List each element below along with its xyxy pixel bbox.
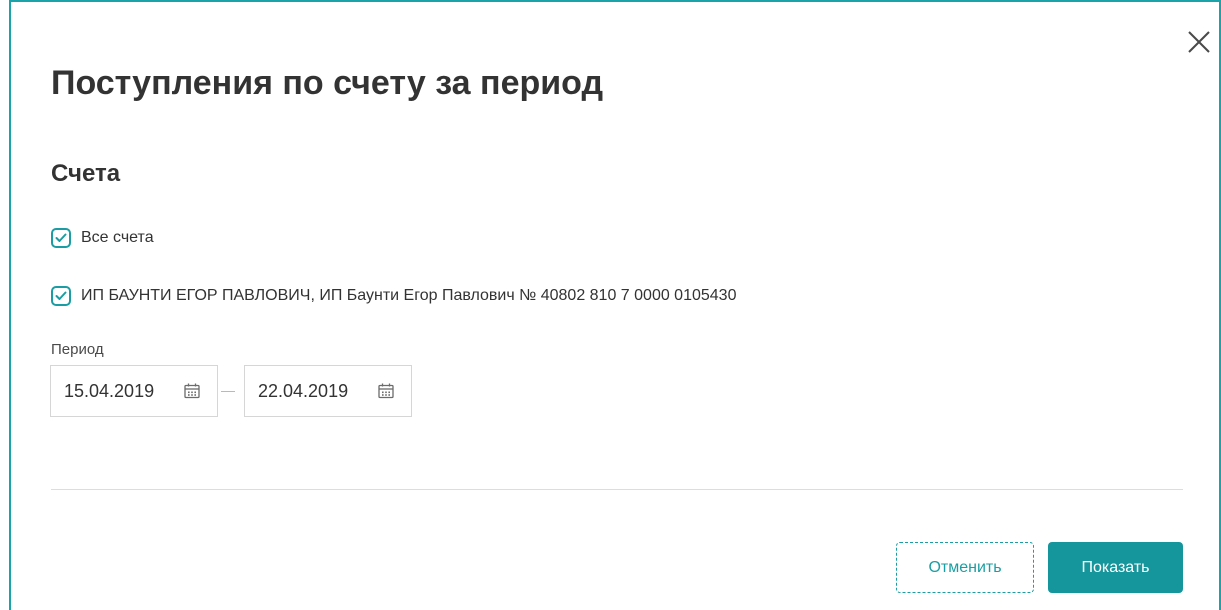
period-label: Период xyxy=(51,341,104,358)
all-accounts-checkbox-row[interactable]: Все счета xyxy=(51,228,154,248)
date-range-separator xyxy=(221,391,235,392)
accounts-section-title: Счета xyxy=(51,160,121,187)
date-from-field[interactable]: 15.04.2019 xyxy=(50,365,218,417)
date-to-field[interactable]: 22.04.2019 xyxy=(244,365,412,417)
close-button[interactable] xyxy=(1183,26,1215,58)
date-from-value[interactable]: 15.04.2019 xyxy=(64,381,183,402)
calendar-icon[interactable] xyxy=(377,382,395,400)
checkmark-icon xyxy=(55,233,67,242)
modal-dialog: Поступления по счету за период Счета Все… xyxy=(9,0,1221,610)
account-label: ИП БАУНТИ ЕГОР ПАВЛОВИЧ, ИП Баунти Егор … xyxy=(81,287,737,304)
all-accounts-checkbox[interactable] xyxy=(51,228,71,248)
dialog-title: Поступления по счету за период xyxy=(51,64,604,102)
footer-divider xyxy=(51,489,1183,490)
checkmark-icon xyxy=(55,291,67,300)
all-accounts-label: Все счета xyxy=(81,229,154,246)
cancel-button[interactable]: Отменить xyxy=(896,542,1034,593)
date-to-value[interactable]: 22.04.2019 xyxy=(258,381,377,402)
account-checkbox-row[interactable]: ИП БАУНТИ ЕГОР ПАВЛОВИЧ, ИП Баунти Егор … xyxy=(51,286,736,306)
show-button[interactable]: Показать xyxy=(1048,542,1183,593)
close-icon[interactable] xyxy=(1183,26,1215,58)
account-checkbox[interactable] xyxy=(51,286,71,306)
calendar-icon[interactable] xyxy=(183,382,201,400)
